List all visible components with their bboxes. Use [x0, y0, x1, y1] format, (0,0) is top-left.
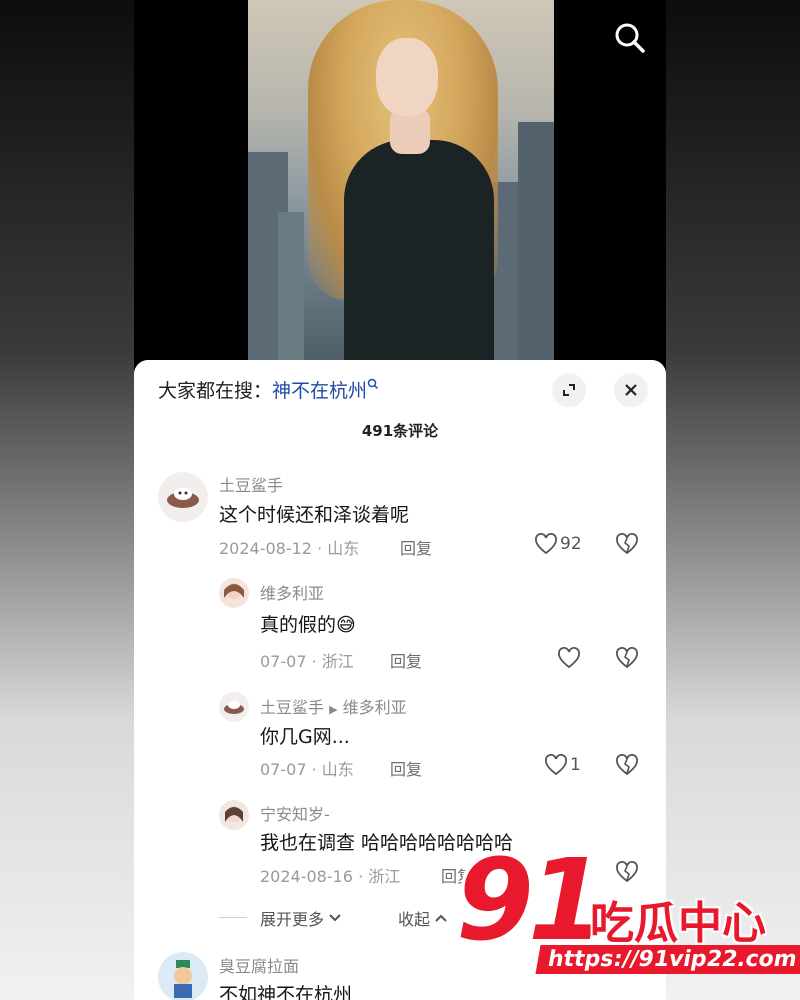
comment-username[interactable]: 土豆鲨手: [260, 698, 324, 717]
trending-search-prefix: 大家都在搜：: [158, 380, 273, 402]
comment-region: 山东: [327, 539, 360, 558]
like-count: 1: [570, 755, 581, 775]
trending-search-link[interactable]: 神不在杭州: [272, 380, 367, 402]
search-icon[interactable]: [612, 20, 648, 56]
background-left: [0, 0, 134, 1000]
expand-more-button[interactable]: 展开更多: [260, 906, 342, 930]
heart-icon: [545, 754, 567, 776]
comment-text: 不如神不在杭州: [219, 984, 353, 1000]
comment-username[interactable]: 土豆鲨手: [219, 472, 283, 496]
broken-heart-icon[interactable]: [615, 533, 639, 559]
building: [518, 122, 554, 362]
heart-icon: [535, 533, 557, 555]
comment-date: 07-07: [260, 760, 307, 779]
comment-meta: 2024-08-16 · 浙江: [260, 867, 401, 886]
comment-text: 真的假的😅: [260, 614, 356, 636]
chevron-up-icon: [435, 914, 447, 922]
close-icon[interactable]: [614, 373, 648, 407]
like-button[interactable]: 1: [544, 754, 581, 776]
building: [278, 212, 304, 362]
comment-region: 山东: [321, 760, 354, 779]
broken-heart-icon[interactable]: [615, 754, 639, 780]
watermark-url: https://91vip22.com: [535, 945, 800, 974]
watermark-brand: 吃瓜中心: [590, 898, 766, 949]
collapse-label: 收起: [398, 910, 431, 929]
reply-target-username[interactable]: 维多利亚: [343, 698, 407, 717]
heart-icon: [558, 647, 580, 669]
comment-region: 浙江: [321, 652, 354, 671]
comment-username[interactable]: 维多利亚: [260, 580, 324, 604]
reply-arrow-icon: ▶: [329, 703, 338, 716]
watermark-number: 91: [456, 836, 606, 966]
expand-more-label: 展开更多: [260, 910, 325, 929]
collapse-button[interactable]: 收起: [398, 906, 448, 930]
avatar[interactable]: [219, 800, 249, 830]
face: [376, 38, 438, 116]
comment-username-thread: 土豆鲨手 ▶ 维多利亚: [260, 694, 407, 718]
like-button[interactable]: 92: [534, 533, 582, 555]
comment-date: 07-07: [260, 652, 307, 671]
expand-icon[interactable]: [552, 373, 586, 407]
comment-region: 浙江: [368, 867, 401, 886]
watermark: 91 吃瓜中心 https://91vip22.com: [456, 836, 800, 995]
comment-meta: 07-07 · 山东: [260, 760, 354, 779]
chevron-down-icon: [329, 914, 341, 922]
trending-search: 大家都在搜：神不在杭州: [158, 376, 379, 403]
comment-meta: 07-07 · 浙江: [260, 652, 354, 671]
avatar[interactable]: [219, 578, 249, 608]
comment-date: 2024-08-12: [219, 539, 312, 558]
small-search-icon: [367, 378, 379, 390]
reply-button[interactable]: 回复: [390, 648, 422, 672]
comment-username[interactable]: 宁安知岁-: [260, 801, 330, 825]
like-count: 92: [560, 534, 582, 554]
comment-date: 2024-08-16: [260, 867, 353, 886]
avatar[interactable]: [158, 472, 208, 522]
comment-meta: 2024-08-12 · 山东: [219, 539, 360, 558]
reply-button[interactable]: 回复: [400, 535, 432, 559]
reply-button[interactable]: 回复: [390, 756, 422, 780]
comment-count: 491条评论: [361, 422, 439, 440]
avatar[interactable]: [219, 692, 249, 722]
avatar[interactable]: [158, 952, 208, 1000]
thread-divider: [219, 917, 247, 918]
comment-text: 你几G网...: [260, 726, 350, 748]
broken-heart-icon[interactable]: [615, 647, 639, 673]
comment-username[interactable]: 臭豆腐拉面: [219, 953, 299, 977]
like-button[interactable]: [557, 647, 583, 669]
comment-text: 这个时候还和泽谈着呢: [219, 504, 410, 526]
black-dress: [344, 140, 494, 362]
video-player[interactable]: [248, 0, 554, 362]
